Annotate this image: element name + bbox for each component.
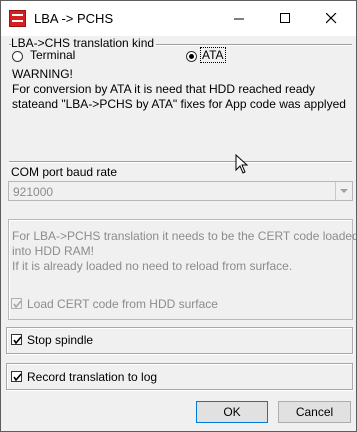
minimize-icon — [234, 18, 244, 20]
stop-spindle-checkbox[interactable] — [11, 334, 22, 345]
minimize-button[interactable] — [216, 1, 262, 36]
cert-info-line-1: For LBA->PCHS translation it needs to be… — [12, 229, 357, 243]
radio-ata-label[interactable]: ATA — [202, 48, 224, 62]
warning-line-2: stateand "LBA->PCHS by ATA" fixes for Ap… — [12, 97, 346, 111]
cancel-button[interactable]: Cancel — [278, 401, 351, 423]
load-cert-checkbox[interactable] — [11, 298, 22, 309]
baud-rate-value: 921000 — [13, 185, 54, 199]
close-button[interactable] — [308, 1, 354, 36]
warning-line-1: For conversion by ATA it is need that HD… — [12, 82, 316, 96]
record-log-label[interactable]: Record translation to log — [27, 370, 157, 384]
record-log-checkbox[interactable] — [11, 371, 22, 382]
checkmark-icon — [13, 336, 22, 345]
checkmark-icon — [13, 373, 22, 382]
window-title: LBA -> PCHS — [34, 11, 114, 26]
translation-kind-bottom-line — [9, 161, 352, 163]
chevron-down-icon — [340, 189, 348, 193]
checkmark-icon — [13, 300, 22, 309]
radio-terminal[interactable] — [12, 51, 23, 62]
load-cert-label[interactable]: Load CERT code from HDD surface — [27, 297, 218, 311]
radio-ata[interactable] — [186, 51, 197, 62]
cert-info-line-3: If it is already loaded no need to reloa… — [12, 259, 293, 273]
dialog-window: LBA -> PCHS LBA->CHS translation kind Te… — [0, 0, 357, 432]
baud-rate-dropdown-button[interactable] — [335, 182, 352, 200]
com-port-legend: COM port baud rate — [11, 165, 118, 179]
radio-terminal-label[interactable]: Terminal — [30, 48, 75, 62]
maximize-button[interactable] — [262, 1, 308, 36]
baud-rate-select[interactable]: 921000 — [8, 181, 353, 201]
close-icon — [326, 13, 337, 24]
title-bar[interactable]: LBA -> PCHS — [1, 1, 356, 36]
maximize-icon — [280, 13, 290, 23]
stop-spindle-label[interactable]: Stop spindle — [27, 333, 93, 347]
app-icon — [9, 10, 26, 27]
mouse-cursor-icon — [235, 154, 249, 174]
warning-title: WARNING! — [12, 67, 73, 81]
cert-info-line-2: into HDD RAM! — [12, 244, 95, 258]
ok-button[interactable]: OK — [196, 401, 268, 423]
